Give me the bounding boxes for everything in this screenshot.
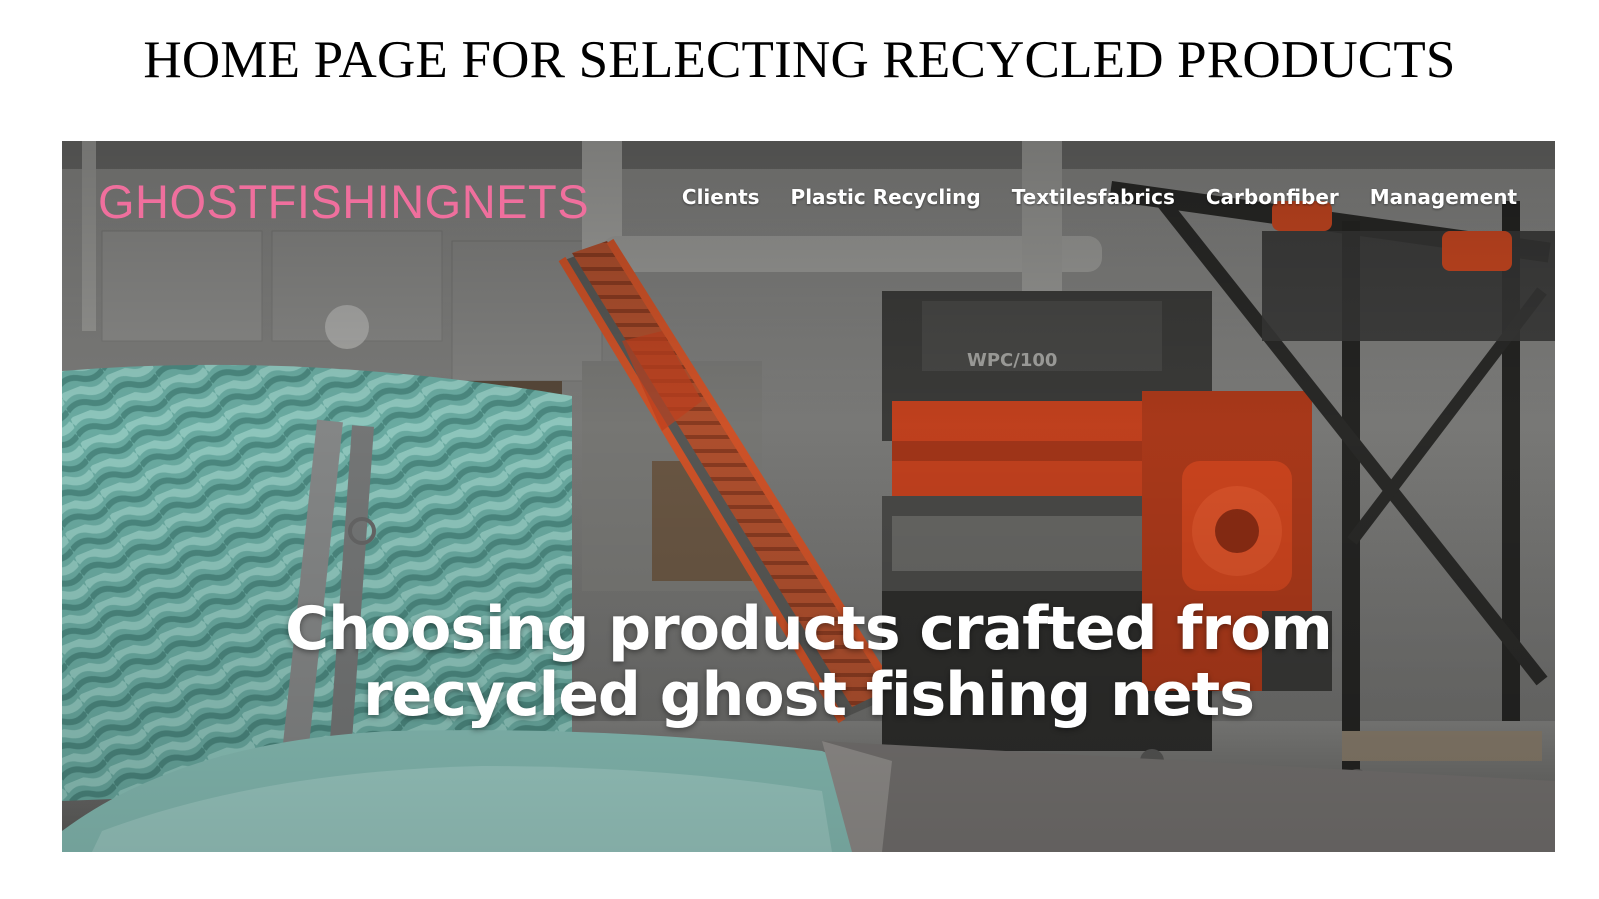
nav-link-clients[interactable]: Clients [682,185,760,209]
hero-headline: Choosing products crafted from recycled … [62,596,1555,728]
nav-link-carbonfiber[interactable]: Carbonfiber [1206,185,1339,209]
nav-link-management[interactable]: Management [1370,185,1517,209]
nav-link-plastic-recycling[interactable]: Plastic Recycling [791,185,981,209]
site-logo[interactable]: GHOSTFISHINGNETS [98,174,589,229]
hero-headline-line-1: Choosing products crafted from [285,594,1333,664]
hero-headline-line-2: recycled ghost fishing nets [363,660,1255,730]
hero-banner: WPC/100 GHO [62,141,1555,852]
site-navbar: GHOSTFISHINGNETS Clients Plastic Recycli… [62,141,1555,261]
page-title: HOME PAGE FOR SELECTING RECYCLED PRODUCT… [143,31,1456,89]
nav-link-textilesfabrics[interactable]: Textilesfabrics [1012,185,1175,209]
nav-menu: Clients Plastic Recycling Textilesfabric… [682,185,1517,209]
